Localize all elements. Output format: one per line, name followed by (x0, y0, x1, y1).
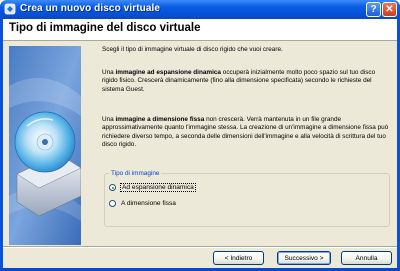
fixed-description: Una immagine a dimensione fissa non cres… (102, 116, 389, 149)
back-button[interactable]: < Indietro (213, 251, 264, 265)
group-legend: Tipo di immagine (109, 169, 162, 178)
page-title: Tipo di immagine del disco virtuale (9, 22, 201, 34)
dialog-window: Crea un nuovo disco virtuale ? ✕ Tipo di… (0, 0, 400, 271)
dialog-client-area: Tipo di immagine del disco virtuale Sceg… (3, 19, 397, 268)
help-button[interactable]: ? (366, 2, 381, 17)
title-bar[interactable]: Crea un nuovo disco virtuale ? ✕ (0, 0, 400, 19)
dynamic-term: immagine ad espansione dinamica (115, 69, 221, 76)
radio-label-fixed[interactable]: A dimensione fissa (120, 200, 177, 207)
radio-button-fixed[interactable] (109, 200, 116, 207)
radio-label-dynamic[interactable]: Ad espansione dinamica (120, 183, 196, 192)
radio-dynamic-option[interactable]: Ad espansione dinamica (109, 183, 196, 192)
hard-disk-cd-illustration (9, 46, 81, 245)
close-button[interactable]: ✕ (382, 2, 397, 17)
radio-fixed-option[interactable]: A dimensione fissa (109, 200, 177, 207)
fixed-term: immagine a dimensione fissa (115, 116, 205, 123)
dynamic-description: Una immagine ad espansione dinamica occu… (102, 69, 376, 93)
wizard-app-icon (4, 3, 16, 15)
next-button[interactable]: Successivo > (277, 251, 331, 265)
radio-button-dynamic[interactable] (109, 184, 116, 191)
intro-text: Scegli il tipo di immagine virtuale di d… (102, 46, 283, 53)
button-divider (3, 246, 397, 248)
image-type-group: Tipo di immagine Ad espansione dinamica … (104, 169, 390, 227)
cancel-button[interactable]: Annulla (341, 251, 392, 265)
window-title: Crea un nuovo disco virtuale (20, 3, 161, 14)
wizard-header: Tipo di immagine del disco virtuale (3, 19, 397, 41)
